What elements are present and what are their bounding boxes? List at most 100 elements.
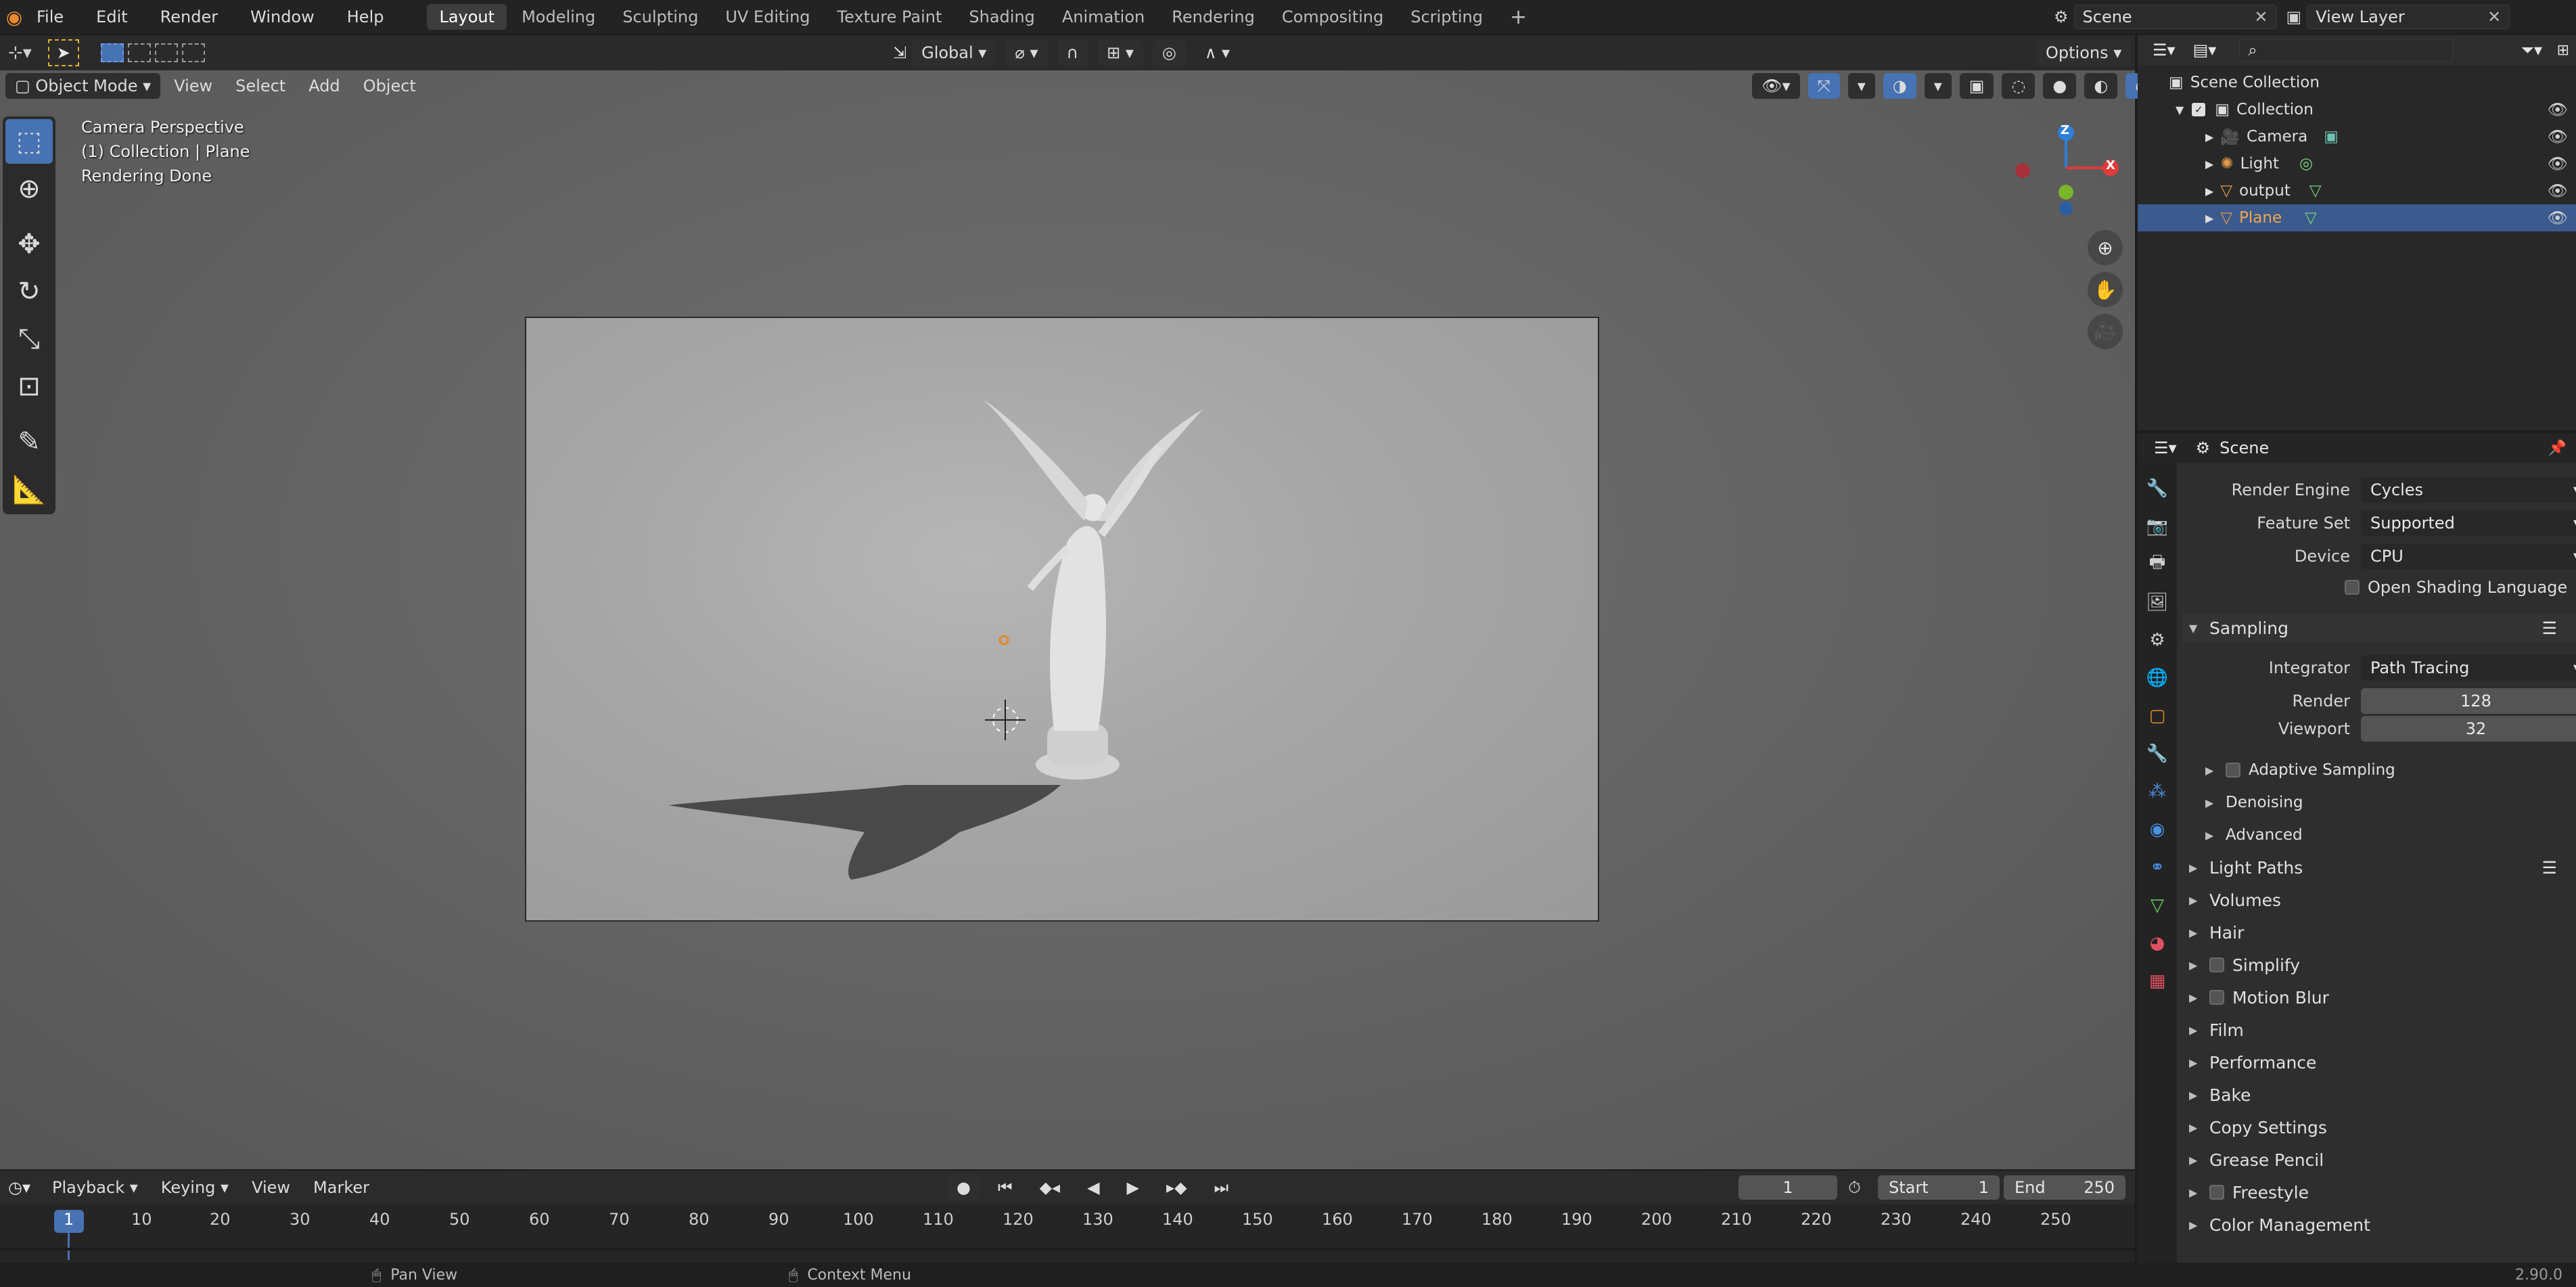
select-new-icon[interactable] — [100, 43, 124, 62]
tab-shading[interactable]: Shading — [957, 4, 1047, 30]
timeline-editor-icon[interactable]: ◷▾ — [8, 1178, 30, 1197]
expand-icon[interactable]: ▶ — [2205, 131, 2213, 143]
scale-tool-icon[interactable]: ⤡ — [5, 317, 53, 361]
panel-bake[interactable]: ▶ Bake — [2182, 1080, 2576, 1110]
properties-editor-icon[interactable]: ☰▾ — [2154, 438, 2177, 457]
eye-icon[interactable]: 👁 — [2548, 127, 2568, 146]
panel-color-management[interactable]: ▶ Color Management — [2182, 1210, 2576, 1240]
osl-row[interactable]: Open Shading Language — [2345, 574, 2567, 601]
constraints-tab-icon[interactable]: ⚭ — [2138, 849, 2177, 886]
menu-window[interactable]: Window — [234, 0, 331, 34]
timeline-scrollbar[interactable] — [0, 1248, 2135, 1250]
freestyle-checkbox[interactable] — [2209, 1185, 2224, 1200]
filter-icon[interactable]: ⏷▾ — [2521, 41, 2542, 60]
start-frame-field[interactable]: Start 1 — [1878, 1175, 2000, 1200]
blender-logo-icon[interactable]: ◉ — [0, 6, 28, 28]
select-extend-icon[interactable] — [127, 43, 151, 62]
expand-icon[interactable]: ▶ — [2205, 185, 2213, 198]
gizmo-toggle[interactable]: ⤧ — [1808, 73, 1840, 99]
falloff-dropdown[interactable]: ∧ ▾ — [1195, 40, 1239, 66]
eye-icon[interactable]: 👁 — [2548, 208, 2568, 227]
keying-menu[interactable]: Keying ▾ — [152, 1175, 238, 1200]
expand-icon[interactable]: ▼ — [2176, 104, 2184, 116]
proportional-edit-toggle[interactable]: ◎ — [1152, 40, 1186, 66]
zoom-icon[interactable]: ⊕ — [2088, 230, 2123, 265]
panel-hair[interactable]: ▶ Hair — [2182, 918, 2576, 947]
annotate-tool-icon[interactable]: ✎ — [5, 420, 53, 464]
stopwatch-icon[interactable]: ⏱ — [1848, 1178, 1861, 1197]
feature-set-dropdown[interactable]: Supported▾ — [2361, 510, 2576, 536]
scene-icon[interactable]: ⚙ — [2054, 7, 2069, 26]
tab-rendering[interactable]: Rendering — [1159, 4, 1267, 30]
menu-render[interactable]: Render — [144, 0, 234, 34]
rotate-tool-icon[interactable]: ↻ — [5, 269, 53, 314]
overlay-dropdown[interactable]: ▾ — [1924, 73, 1952, 99]
render-engine-dropdown[interactable]: Cycles▾ — [2361, 477, 2576, 503]
pan-hand-icon[interactable]: ✋ — [2088, 272, 2123, 307]
display-mode-icon[interactable]: ▤▾ — [2193, 41, 2217, 60]
outliner-search-input[interactable]: ⌕ — [2239, 39, 2454, 62]
tab-sculpting[interactable]: Sculpting — [610, 4, 710, 30]
tool-tab-icon[interactable]: 🔧 — [2138, 470, 2177, 507]
tab-scripting[interactable]: Scripting — [1398, 4, 1495, 30]
checkbox-icon[interactable]: ✓ — [2192, 103, 2206, 116]
select-box-tool-icon[interactable]: ⬚ — [5, 119, 53, 164]
camera-view-icon[interactable]: 🎥 — [2088, 314, 2123, 349]
outliner-row-scene-collection[interactable]: ▣ Scene Collection — [2138, 69, 2576, 96]
select-subtract-icon[interactable] — [154, 43, 178, 62]
modifier-tab-icon[interactable]: 🔧 — [2138, 735, 2177, 773]
panel-freestyle[interactable]: ▶ Freestyle — [2182, 1177, 2576, 1207]
menu-add[interactable]: Add — [299, 73, 349, 99]
outliner-row-camera[interactable]: ▶ 🎥 Camera ▣ 👁 — [2138, 123, 2576, 150]
orientation-dropdown[interactable]: Global ▾ — [912, 40, 996, 66]
render-samples-field[interactable]: 128 — [2361, 688, 2576, 714]
panel-motion-blur[interactable]: ▶ Motion Blur — [2182, 983, 2576, 1012]
presets-icon[interactable]: ☰ — [2542, 858, 2557, 878]
camera-render-frame[interactable] — [525, 317, 1599, 922]
physics-tab-icon[interactable]: ◉ — [2138, 811, 2177, 849]
scene-tab-icon[interactable]: ⚙ — [2138, 621, 2177, 659]
view-layer-tab-icon[interactable]: 🖼 — [2138, 583, 2177, 621]
tab-uv-editing[interactable]: UV Editing — [713, 4, 822, 30]
simplify-checkbox[interactable] — [2209, 957, 2224, 972]
3d-cursor-icon[interactable] — [985, 700, 1026, 740]
motion-blur-checkbox[interactable] — [2209, 990, 2224, 1005]
world-tab-icon[interactable]: 🌐 — [2138, 659, 2177, 697]
navigation-gizmo[interactable]: Z X — [2009, 116, 2131, 218]
menu-select[interactable]: Select — [226, 73, 295, 99]
add-workspace-button[interactable]: + — [1498, 4, 1539, 30]
panel-performance[interactable]: ▶ Performance — [2182, 1047, 2576, 1077]
panel-simplify[interactable]: ▶ Simplify — [2182, 950, 2576, 980]
tab-compositing[interactable]: Compositing — [1270, 4, 1396, 30]
select-tool-icon[interactable]: ➤ — [47, 39, 79, 66]
presets-icon[interactable]: ☰ — [2542, 618, 2557, 638]
light-origin-icon[interactable] — [998, 635, 1009, 646]
gizmo-dropdown[interactable]: ▾ — [1847, 73, 1875, 99]
timeline-view-menu[interactable]: View — [242, 1175, 300, 1200]
panel-film[interactable]: ▶ Film — [2182, 1015, 2576, 1045]
close-icon[interactable]: ✕ — [2487, 7, 2501, 26]
panel-copy-settings[interactable]: ▶ Copy Settings — [2182, 1112, 2576, 1142]
jump-start-icon[interactable]: ⏮ — [988, 1175, 1022, 1200]
outliner-row-output[interactable]: ▶ ▽ output ▽ 👁 — [2138, 177, 2576, 204]
outliner-editor-icon[interactable]: ☰▾ — [2153, 41, 2176, 60]
scene-field[interactable]: Scene ✕ — [2073, 5, 2277, 29]
menu-help[interactable]: Help — [331, 0, 400, 34]
new-collection-icon[interactable]: ⊞ — [2557, 42, 2569, 59]
tab-modeling[interactable]: Modeling — [509, 4, 607, 30]
subpanel-advanced[interactable]: ▶ Advanced — [2205, 820, 2576, 850]
record-icon[interactable]: ● — [947, 1175, 980, 1200]
menu-view[interactable]: View — [164, 73, 222, 99]
render-tab-icon[interactable]: 📷 — [2138, 507, 2177, 545]
subpanel-denoising[interactable]: ▶ Denoising — [2205, 788, 2576, 817]
output-tab-icon[interactable]: 🖶 — [2138, 545, 2177, 583]
mode-dropdown[interactable]: ▢ Object Mode ▾ — [5, 73, 161, 99]
measure-tool-icon[interactable]: 📐 — [5, 467, 53, 512]
next-keyframe-icon[interactable]: ▸◆ — [1157, 1175, 1197, 1200]
pin-icon[interactable]: 📌 — [2548, 440, 2567, 457]
shading-solid[interactable]: ● — [2043, 73, 2077, 99]
material-tab-icon[interactable]: ◕ — [2138, 924, 2177, 962]
view-layer-icon[interactable]: ▣ — [2286, 7, 2302, 26]
viewport-samples-field[interactable]: 32 — [2361, 716, 2576, 742]
tab-texture-paint[interactable]: Texture Paint — [825, 4, 954, 30]
